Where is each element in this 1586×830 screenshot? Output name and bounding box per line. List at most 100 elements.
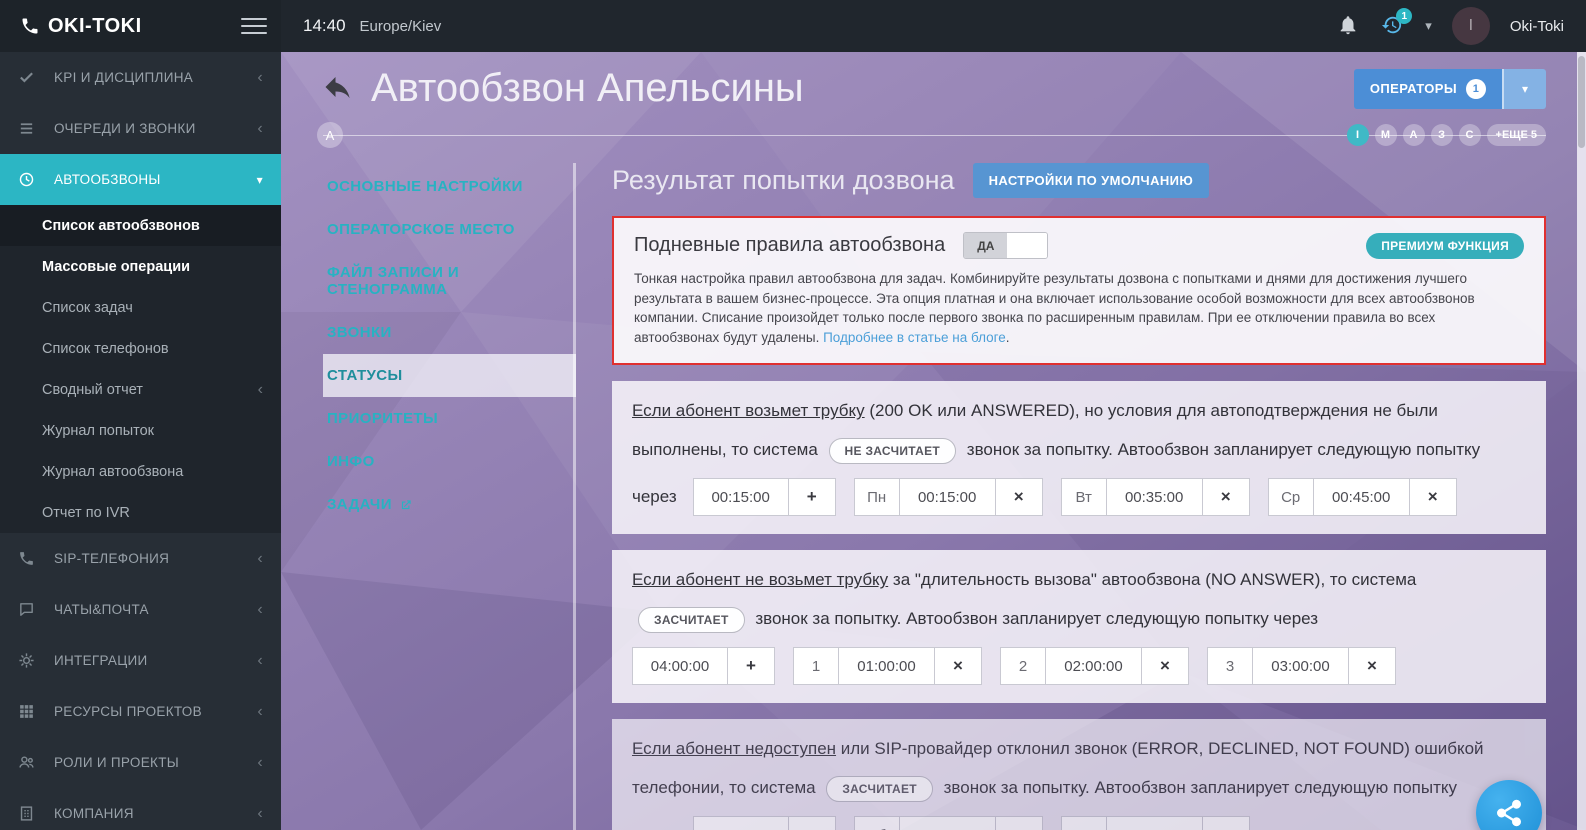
intervals-row: 04:00:00 + 1 01:00:00 × 2 02:00:00 × 3 0… — [632, 647, 1526, 686]
operators-button[interactable]: ОПЕРАТОРЫ 1 — [1353, 68, 1502, 109]
submenu-item-task-list[interactable]: Список задач — [0, 287, 281, 328]
interval-time-input[interactable]: 00:35:00 — [1106, 478, 1203, 517]
operator-badge[interactable]: I — [1346, 124, 1369, 146]
sidebar-item-roles[interactable]: РОЛИ И ПРОЕКТЫ ‹ — [0, 737, 281, 788]
page-scrollbar[interactable] — [1577, 52, 1586, 830]
chevron-left-icon: ‹ — [257, 804, 263, 822]
hamburger-menu-icon[interactable] — [241, 13, 267, 39]
user-avatar[interactable]: I — [1451, 7, 1490, 45]
count-toggle-button[interactable]: ЗАСЧИТАЕТ — [638, 606, 745, 633]
interval-time-input[interactable]: 03:00:00 — [1253, 647, 1349, 686]
app-logo[interactable]: OKI-TOKI — [20, 15, 142, 38]
operator-mini-badges: I M A З C +ЕЩЕ 5 — [1346, 124, 1546, 146]
tab-main-settings[interactable]: ОСНОВНЫЕ НАСТРОЙКИ — [323, 165, 573, 208]
default-settings-button[interactable]: НАСТРОЙКИ ПО УМОЛЧАНИЮ — [972, 163, 1210, 198]
building-icon — [18, 805, 42, 822]
remove-interval-button[interactable]: × — [1202, 816, 1250, 830]
sidebar-item-resources[interactable]: РЕСУРСЫ ПРОЕКТОВ ‹ — [0, 686, 281, 737]
bell-icon[interactable] — [1337, 14, 1361, 38]
topbar-actions: 1 ▾ I Oki-Toki — [1337, 7, 1586, 45]
tab-tasks[interactable]: ЗАДАЧИ — [323, 483, 573, 526]
rule-condition-link[interactable]: Если абонент не возьмет трубку — [632, 570, 888, 589]
remove-interval-button[interactable]: × — [995, 478, 1043, 517]
tab-calls[interactable]: ЗВОНКИ — [323, 311, 573, 354]
timezone-label[interactable]: Europe/Kiev — [360, 18, 442, 35]
submenu-item-mass-operations[interactable]: Массовые операции — [0, 246, 281, 287]
add-interval-button[interactable]: + — [728, 647, 775, 686]
remove-interval-button[interactable]: × — [1349, 647, 1396, 686]
remove-interval-button[interactable]: × — [935, 647, 982, 686]
operator-badge[interactable]: A — [1402, 124, 1425, 146]
sidebar-item-queues[interactable]: ОЧЕРЕДИ И ЗВОНКИ ‹ — [0, 103, 281, 154]
account-name[interactable]: Oki-Toki — [1510, 18, 1564, 35]
add-interval-button[interactable]: + — [788, 478, 836, 517]
sidebar-item-chats[interactable]: ЧАТЫ&ПОЧТА ‹ — [0, 584, 281, 635]
submenu-item-summary-report[interactable]: Сводный отчет ‹ — [0, 369, 281, 410]
chevron-down-icon[interactable]: ▾ — [1425, 18, 1432, 34]
submenu-item-autodial-list[interactable]: Список автообзвонов — [0, 205, 281, 246]
history-icon[interactable]: 1 — [1381, 8, 1413, 38]
base-interval-input[interactable]: 01:00:00 — [692, 816, 789, 830]
page-title: Автообзвон Апельсины — [371, 66, 804, 110]
clock-area: 14:40 Europe/Kiev — [281, 16, 441, 36]
interval-time-input[interactable]: 00:45:00 — [1313, 478, 1410, 517]
sidebar-item-sip[interactable]: SIP-ТЕЛЕФОНИЯ ‹ — [0, 533, 281, 584]
rule-text-part: звонок за попытку. Автообзвон запланируе… — [962, 440, 1481, 460]
interval-time-input[interactable]: 01:00:00 — [839, 647, 935, 686]
rule-condition-link[interactable]: Если абонент недоступен — [632, 739, 836, 758]
tab-priorities[interactable]: ПРИОРИТЕТЫ — [323, 397, 573, 440]
operator-badge[interactable]: C — [1458, 124, 1481, 146]
count-toggle-button[interactable]: НЕ ЗАСЧИТАЕТ — [828, 437, 957, 464]
interval-group: Вс 03:00:00 × — [1060, 816, 1250, 830]
count-toggle-button[interactable]: ЗАСЧИТАЕТ — [826, 775, 933, 802]
sidebar-item-integrations[interactable]: ИНТЕГРАЦИИ ‹ — [0, 635, 281, 686]
interval-day-label: Ср — [1267, 478, 1314, 517]
remove-interval-button[interactable]: × — [1409, 478, 1457, 517]
operators-dropdown-button[interactable]: ▾ — [1502, 68, 1546, 109]
remove-interval-button[interactable]: × — [1142, 647, 1189, 686]
sidebar-item-label: РЕСУРСЫ ПРОЕКТОВ — [54, 704, 202, 719]
campaign-avatar[interactable]: A — [317, 122, 343, 148]
more-operators-badge[interactable]: +ЕЩЕ 5 — [1486, 124, 1546, 146]
operators-count-badge: 1 — [1466, 78, 1486, 99]
submenu-item-attempts-log[interactable]: Журнал попыток — [0, 410, 281, 451]
daily-rules-toggle[interactable]: ДА — [963, 232, 1049, 259]
interval-time-input[interactable]: 03:00:00 — [1106, 816, 1203, 830]
interval-time-input[interactable]: 02:00:00 — [1046, 647, 1142, 686]
interval-time-input[interactable]: 03:00:00 — [899, 816, 996, 830]
rule-condition-link[interactable]: Если абонент возьмет трубку — [632, 401, 865, 420]
tab-operator-place[interactable]: ОПЕРАТОРСКОЕ МЕСТО — [323, 208, 573, 251]
back-button[interactable] — [323, 72, 357, 106]
chevron-left-icon: ‹ — [257, 380, 263, 398]
operator-badge[interactable]: M — [1374, 124, 1397, 146]
submenu-item-autodial-log[interactable]: Журнал автообзвона — [0, 451, 281, 492]
chevron-left-icon: ‹ — [257, 68, 263, 86]
remove-interval-button[interactable]: × — [995, 816, 1043, 830]
current-time: 14:40 — [303, 16, 346, 35]
rule-text: Если абонент недоступен или SIP-провайде… — [632, 729, 1526, 807]
base-interval-input[interactable]: 04:00:00 — [632, 647, 728, 686]
sidebar-item-autodial[interactable]: АВТООБЗВОНЫ ▾ — [0, 154, 281, 205]
interval-time-input[interactable]: 00:15:00 — [899, 478, 996, 517]
tab-statuses[interactable]: СТАТУСЫ — [323, 354, 576, 397]
chevron-left-icon: ‹ — [257, 651, 263, 669]
tab-info[interactable]: ИНФО — [323, 440, 573, 483]
add-interval-button[interactable]: + — [788, 816, 836, 830]
submenu-item-ivr-report[interactable]: Отчет по IVR — [0, 492, 281, 533]
base-interval-input[interactable]: 00:15:00 — [692, 478, 789, 517]
rule-text-part: звонок за попытку. Автообзвон запланируе… — [750, 609, 1319, 629]
sidebar-item-label: ОЧЕРЕДИ И ЗВОНКИ — [54, 121, 196, 136]
scrollbar-thumb[interactable] — [1578, 56, 1585, 148]
through-label: через — [632, 825, 677, 830]
submenu-item-phone-list[interactable]: Список телефонов — [0, 328, 281, 369]
base-interval-group: 01:00:00 + — [692, 816, 836, 830]
logo-zone: OKI-TOKI — [0, 0, 281, 52]
blog-link[interactable]: Подробнее в статье на блоге — [823, 330, 1006, 345]
sidebar-item-company[interactable]: КОМПАНИЯ ‹ — [0, 788, 281, 830]
tab-recording[interactable]: ФАЙЛ ЗАПИСИ И СТЕНОГРАММА — [323, 251, 573, 311]
interval-day-label: Сб — [853, 816, 900, 830]
topbar: OKI-TOKI 14:40 Europe/Kiev 1 ▾ I Oki-Tok… — [0, 0, 1586, 52]
operator-badge[interactable]: З — [1430, 124, 1453, 146]
remove-interval-button[interactable]: × — [1202, 478, 1250, 517]
sidebar-item-kpi[interactable]: KPI И ДИСЦИПЛИНА ‹ — [0, 52, 281, 103]
